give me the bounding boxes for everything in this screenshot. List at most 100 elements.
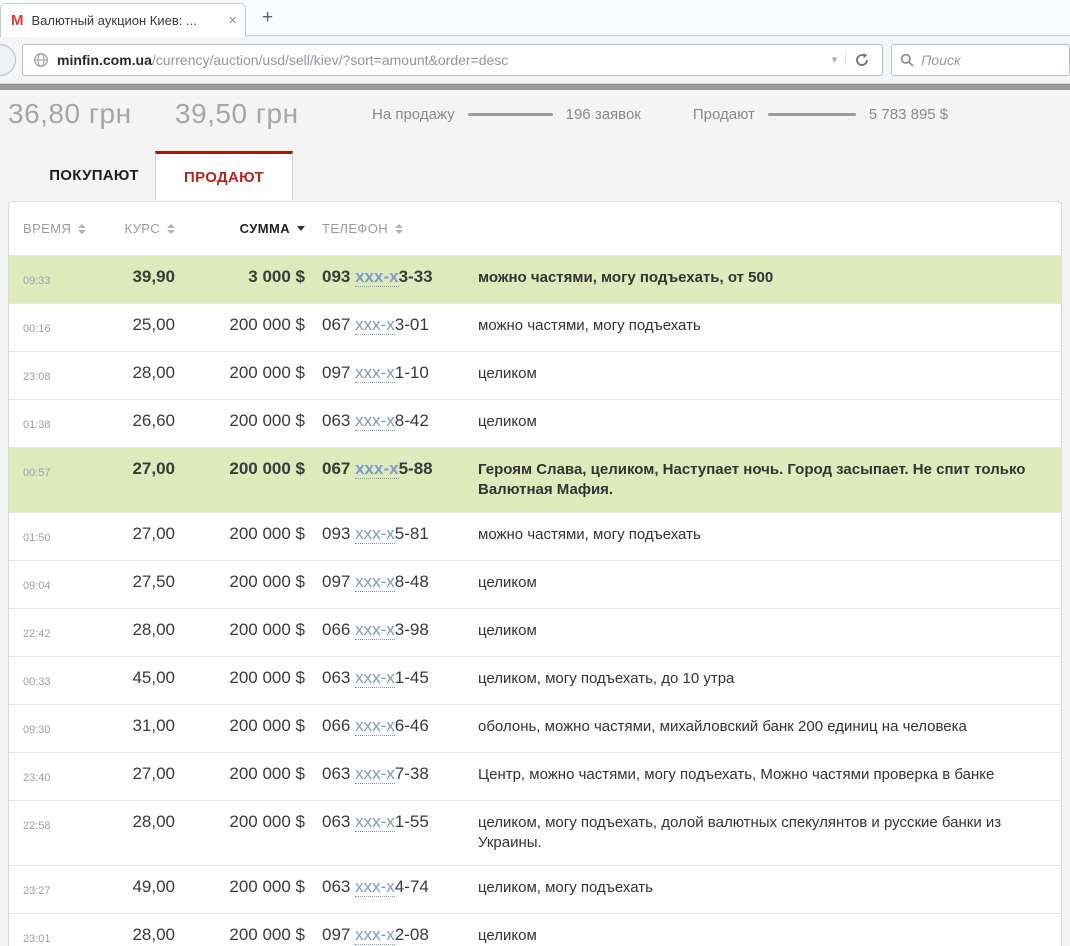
- search-input[interactable]: [921, 52, 1061, 68]
- table-row: 09:30 31,00 200 000 $ 066 xxx-x6-46 обол…: [9, 704, 1061, 752]
- row-comment: целиком: [465, 411, 1047, 432]
- header-rate[interactable]: КУРС: [83, 221, 175, 236]
- phone-masked-link[interactable]: xxx-x: [355, 925, 395, 945]
- phone-masked-link[interactable]: xxx-x: [355, 267, 398, 287]
- row-amount: 200 000 $: [175, 459, 305, 479]
- row-rate: 25,00: [83, 315, 175, 335]
- row-amount: 200 000 $: [175, 572, 305, 592]
- auction-tabs: ПОКУПАЮТ ПРОДАЮТ: [8, 151, 1062, 199]
- row-amount: 200 000 $: [175, 716, 305, 736]
- minfin-favicon: М: [11, 12, 24, 29]
- phone-suffix: 8-42: [395, 411, 429, 430]
- browser-tab[interactable]: М Валютный аукцион Киев: ... ×: [0, 3, 246, 37]
- row-time: 00:33: [23, 668, 83, 692]
- phone-suffix: 8-48: [395, 572, 429, 591]
- phone-masked-link[interactable]: xxx-x: [355, 668, 395, 688]
- phone-suffix: 5-88: [399, 459, 433, 478]
- sell-rate: 39,50 грн: [175, 98, 370, 130]
- row-rate: 45,00: [83, 668, 175, 688]
- new-tab-button[interactable]: +: [262, 8, 273, 27]
- row-amount: 200 000 $: [175, 315, 305, 335]
- tab-buying[interactable]: ПОКУПАЮТ: [8, 151, 155, 199]
- url-dropdown-icon[interactable]: ▾: [824, 53, 847, 66]
- phone-masked-link[interactable]: xxx-x: [355, 411, 395, 431]
- row-phone: 063 xxx-x1-45: [305, 668, 465, 688]
- tab-selling[interactable]: ПРОДАЮТ: [155, 151, 293, 200]
- row-phone: 067 xxx-x3-01: [305, 315, 465, 335]
- table-row: 23:40 27,00 200 000 $ 063 xxx-x7-38 Цент…: [9, 752, 1061, 800]
- tab-title: Валютный аукцион Киев: ...: [32, 13, 223, 28]
- phone-prefix: 063: [322, 668, 355, 687]
- header-rate-label: КУРС: [125, 221, 161, 236]
- row-time: 23:08: [23, 363, 83, 387]
- table-row: 09:04 27,50 200 000 $ 097 xxx-x8-48 цели…: [9, 560, 1061, 608]
- auction-table-body: 09:33 39,90 3 000 $ 093 xxx-x3-33 можно …: [9, 255, 1061, 946]
- phone-masked-link[interactable]: xxx-x: [355, 877, 395, 897]
- row-rate: 49,00: [83, 877, 175, 897]
- row-phone: 063 xxx-x8-42: [305, 411, 465, 431]
- phone-prefix: 097: [322, 363, 355, 382]
- row-comment: оболонь, можно частями, михайловский бан…: [465, 716, 1047, 737]
- row-amount: 200 000 $: [175, 411, 305, 431]
- tab-close-icon[interactable]: ×: [228, 12, 237, 29]
- row-amount: 200 000 $: [175, 877, 305, 897]
- row-comment: целиком, могу подъехать, до 10 утра: [465, 668, 1047, 689]
- row-rate: 28,00: [83, 363, 175, 383]
- reload-icon[interactable]: [846, 52, 878, 68]
- row-rate: 27,00: [83, 764, 175, 784]
- row-time: 00:16: [23, 315, 83, 339]
- row-comment: целиком: [465, 363, 1047, 384]
- row-phone: 093 xxx-x3-33: [305, 267, 465, 287]
- phone-prefix: 097: [322, 572, 355, 591]
- search-icon: [900, 53, 914, 67]
- phone-prefix: 063: [322, 764, 355, 783]
- on-sale-stat: На продажу 196 заявок: [372, 106, 641, 123]
- row-comment: целиком: [465, 925, 1047, 946]
- phone-masked-link[interactable]: xxx-x: [355, 524, 395, 544]
- row-time: 22:58: [23, 812, 83, 836]
- header-amount[interactable]: СУММА: [175, 221, 305, 236]
- phone-masked-link[interactable]: xxx-x: [355, 716, 395, 736]
- url-host: minfin.com.ua: [57, 52, 152, 68]
- rates-summary: 36,80 грн 39,50 грн На продажу 196 заяво…: [8, 90, 1062, 134]
- phone-prefix: 063: [322, 812, 355, 831]
- header-time[interactable]: ВРЕМЯ: [23, 221, 83, 236]
- back-button[interactable]: [0, 44, 16, 76]
- phone-suffix: 2-08: [395, 925, 429, 944]
- globe-icon: [33, 52, 49, 68]
- browser-navbar: minfin.com.ua/currency/auction/usd/sell/…: [0, 36, 1070, 84]
- phone-masked-link[interactable]: xxx-x: [355, 764, 395, 784]
- row-phone: 066 xxx-x6-46: [305, 716, 465, 736]
- phone-masked-link[interactable]: xxx-x: [355, 620, 395, 640]
- phone-prefix: 063: [322, 877, 355, 896]
- phone-suffix: 3-01: [395, 315, 429, 334]
- row-comment: целиком, могу подъехать: [465, 877, 1047, 898]
- row-comment: можно частями, могу подъехать: [465, 524, 1047, 545]
- row-comment: Героям Слава, целиком, Наступает ночь. Г…: [465, 459, 1047, 500]
- row-rate: 31,00: [83, 716, 175, 736]
- row-rate: 27,50: [83, 572, 175, 592]
- phone-suffix: 7-38: [395, 764, 429, 783]
- table-row: 00:57 27,00 200 000 $ 067 xxx-x5-88 Геро…: [9, 447, 1061, 512]
- row-time: 01:50: [23, 524, 83, 548]
- row-amount: 200 000 $: [175, 524, 305, 544]
- phone-masked-link[interactable]: xxx-x: [355, 363, 395, 383]
- buy-rate: 36,80 грн: [8, 98, 175, 130]
- url-bar[interactable]: minfin.com.ua/currency/auction/usd/sell/…: [22, 44, 883, 76]
- phone-masked-link[interactable]: xxx-x: [355, 572, 395, 592]
- phone-prefix: 063: [322, 411, 355, 430]
- row-rate: 28,00: [83, 620, 175, 640]
- row-time: 09:33: [23, 267, 83, 291]
- phone-suffix: 6-46: [395, 716, 429, 735]
- phone-masked-link[interactable]: xxx-x: [355, 459, 398, 479]
- phone-masked-link[interactable]: xxx-x: [355, 812, 395, 832]
- phone-masked-link[interactable]: xxx-x: [355, 315, 395, 335]
- url-text[interactable]: minfin.com.ua/currency/auction/usd/sell/…: [57, 52, 824, 68]
- row-amount: 200 000 $: [175, 363, 305, 383]
- row-comment: можно частями, могу подъехать, от 500: [465, 267, 1047, 288]
- search-box[interactable]: [891, 44, 1070, 76]
- phone-suffix: 1-55: [395, 812, 429, 831]
- table-row: 09:33 39,90 3 000 $ 093 xxx-x3-33 можно …: [9, 255, 1061, 303]
- header-phone[interactable]: ТЕЛЕФОН: [305, 221, 465, 236]
- phone-prefix: 066: [322, 620, 355, 639]
